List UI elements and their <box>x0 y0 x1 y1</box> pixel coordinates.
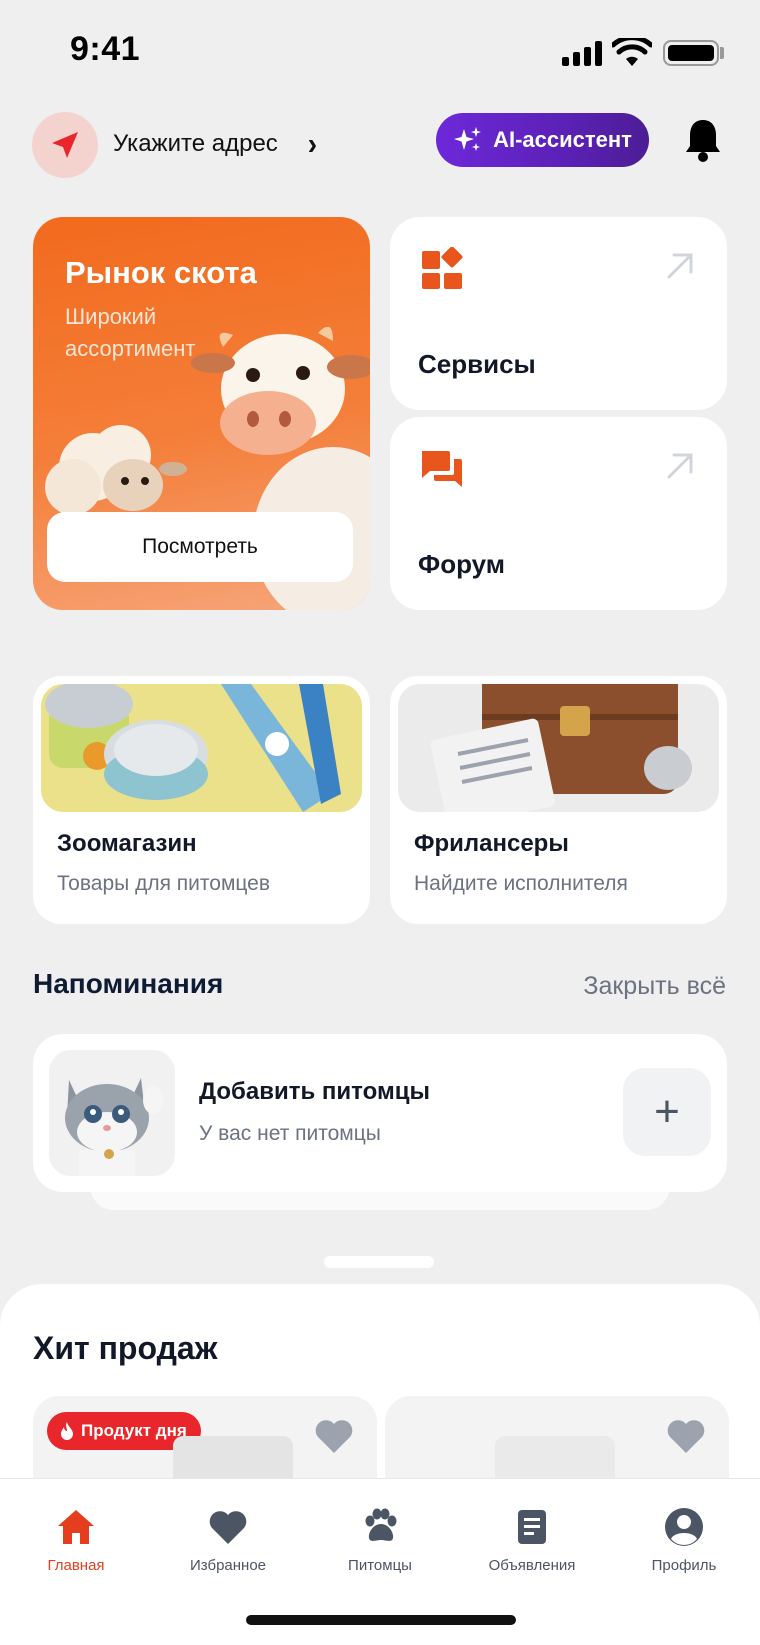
tab-label: Главная <box>47 1557 105 1574</box>
tab-label: Избранное <box>189 1557 267 1574</box>
services-tile[interactable]: Сервисы <box>390 217 727 410</box>
tab-label: Объявления <box>488 1557 576 1574</box>
freelancers-subtitle: Найдите исполнителя <box>414 872 628 895</box>
services-label: Сервисы <box>418 349 536 379</box>
add-pet-reminder[interactable]: Добавить питомцы У вас нет питомцы + <box>33 1034 727 1192</box>
battery-icon <box>663 40 719 66</box>
freelancers-title: Фрилансеры <box>414 830 569 857</box>
fire-icon <box>61 1422 73 1440</box>
forum-label: Форум <box>418 549 505 579</box>
sparkle-icon <box>454 127 482 151</box>
ai-assistant-button[interactable]: AI-ассистент <box>436 113 649 167</box>
tab-pets[interactable]: Питомцы <box>310 1505 450 1574</box>
signal-icon <box>562 40 602 66</box>
wifi-icon <box>612 38 652 66</box>
freelancers-card[interactable]: Фрилансеры Найдите исполнителя <box>390 676 727 924</box>
tab-home[interactable]: Главная <box>6 1505 146 1574</box>
reminder-subtitle: У вас нет питомцы <box>199 1122 381 1145</box>
livestock-market-card[interactable]: Рынок скота Широкий ассортимент Посмотре… <box>33 217 370 610</box>
livestock-title: Рынок скота <box>65 255 257 290</box>
arrow-up-right-icon <box>667 253 693 279</box>
chevron-right-icon: › <box>307 126 318 161</box>
status-bar: 9:41 <box>0 0 760 100</box>
heart-icon[interactable] <box>665 1416 707 1456</box>
heart-icon <box>209 1511 247 1544</box>
cat-avatar <box>49 1050 175 1176</box>
location-button[interactable] <box>32 112 98 178</box>
tab-favorites[interactable]: Избранное <box>158 1505 298 1574</box>
bell-icon[interactable] <box>683 116 723 164</box>
pet-shop-title: Зоомагазин <box>57 830 197 857</box>
chat-icon <box>422 451 462 487</box>
header: Укажите адрес › AI-ассистент <box>0 108 760 192</box>
badge-label: Продукт дня <box>81 1421 187 1440</box>
status-time: 9:41 <box>70 30 141 68</box>
reminder-title: Добавить питомцы <box>199 1078 430 1105</box>
address-label: Укажите адрес <box>113 130 278 157</box>
sheet-handle[interactable] <box>324 1256 434 1268</box>
services-icon <box>422 247 463 289</box>
tab-label: Профиль <box>651 1557 717 1574</box>
paw-icon <box>365 1508 397 1541</box>
home-icon <box>58 1510 94 1544</box>
user-icon <box>665 1508 703 1546</box>
ai-assistant-label: AI-ассистент <box>493 127 632 152</box>
briefcase-illustration <box>398 684 719 812</box>
view-button[interactable]: Посмотреть <box>47 512 353 582</box>
pet-food-illustration <box>41 684 362 812</box>
location-arrow-icon <box>52 132 78 158</box>
heart-icon[interactable] <box>313 1416 355 1456</box>
add-pet-button[interactable]: + <box>623 1068 711 1156</box>
tab-profile[interactable]: Профиль <box>614 1505 754 1574</box>
forum-tile[interactable]: Форум <box>390 417 727 610</box>
bestsellers-heading: Хит продаж <box>33 1330 218 1366</box>
tab-ads[interactable]: Объявления <box>462 1505 602 1574</box>
close-all-button[interactable]: Закрыть всё <box>583 972 726 1001</box>
arrow-up-right-icon <box>667 453 693 479</box>
home-indicator <box>246 1615 516 1625</box>
document-icon <box>518 1510 546 1544</box>
pet-shop-card[interactable]: Зоомагазин Товары для питомцев <box>33 676 370 924</box>
tab-label: Питомцы <box>348 1557 412 1574</box>
pet-shop-subtitle: Товары для питомцев <box>57 872 271 895</box>
reminders-heading: Напоминания <box>33 968 224 999</box>
address-selector[interactable]: Укажите адрес › <box>113 126 318 161</box>
